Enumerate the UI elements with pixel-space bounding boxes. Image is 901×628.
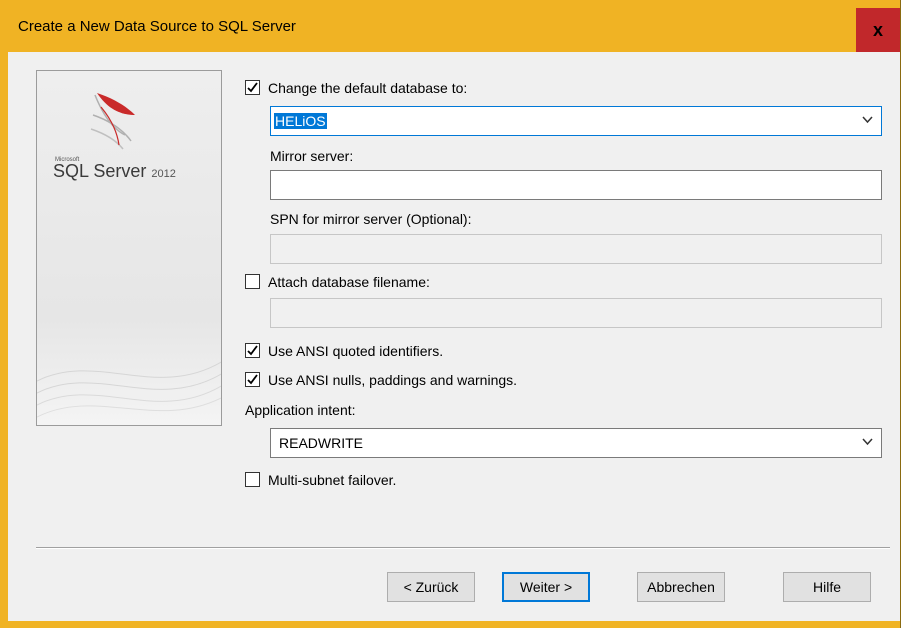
mirror-server-input[interactable]	[270, 170, 882, 200]
attach-db-label: Attach database filename:	[268, 274, 430, 290]
change-db-label: Change the default database to:	[268, 80, 468, 96]
spn-mirror-input[interactable]	[270, 234, 882, 264]
application-intent-label: Application intent:	[245, 402, 356, 418]
database-combobox[interactable]: HELiOS	[270, 106, 882, 136]
change-db-checkbox[interactable]	[245, 80, 260, 95]
title-bar: Create a New Data Source to SQL Server x	[0, 0, 900, 52]
close-icon: x	[872, 19, 883, 40]
help-button[interactable]: Hilfe	[783, 572, 871, 602]
attach-db-input[interactable]	[270, 298, 882, 328]
checkmark-icon	[247, 374, 258, 385]
attach-db-checkbox[interactable]	[245, 274, 260, 289]
spn-mirror-label: SPN for mirror server (Optional):	[270, 211, 472, 227]
multi-subnet-label: Multi-subnet failover.	[268, 472, 397, 488]
mirror-server-label: Mirror server:	[270, 148, 354, 164]
logo-product-text: SQL Server 2012	[53, 161, 176, 181]
chevron-down-icon	[862, 116, 873, 124]
ansi-quoted-label: Use ANSI quoted identifiers.	[268, 343, 444, 359]
application-intent-combobox[interactable]: READWRITE	[270, 428, 882, 458]
window-title: Create a New Data Source to SQL Server	[18, 18, 296, 35]
next-button[interactable]: Weiter >	[502, 572, 590, 602]
separator	[36, 547, 890, 549]
application-intent-value: READWRITE	[279, 435, 363, 451]
dialog-window: Create a New Data Source to SQL Server x…	[0, 0, 901, 628]
logo-decoration	[37, 361, 221, 418]
sql-server-logo-panel: Microsoft SQL Server 2012	[36, 70, 222, 426]
cancel-button[interactable]: Abbrechen	[637, 572, 725, 602]
ansi-nulls-checkbox[interactable]	[245, 372, 260, 387]
multi-subnet-checkbox[interactable]	[245, 472, 260, 487]
chevron-down-icon	[862, 438, 873, 446]
checkmark-icon	[247, 345, 258, 356]
database-value: HELiOS	[274, 113, 327, 129]
ansi-quoted-checkbox[interactable]	[245, 343, 260, 358]
dialog-content: Microsoft SQL Server 2012 Change the def…	[8, 52, 900, 621]
sql-server-logo	[90, 93, 135, 150]
close-button[interactable]: x	[856, 8, 900, 52]
checkmark-icon	[247, 82, 258, 93]
back-button[interactable]: < Zurück	[387, 572, 475, 602]
ansi-nulls-label: Use ANSI nulls, paddings and warnings.	[268, 372, 518, 388]
